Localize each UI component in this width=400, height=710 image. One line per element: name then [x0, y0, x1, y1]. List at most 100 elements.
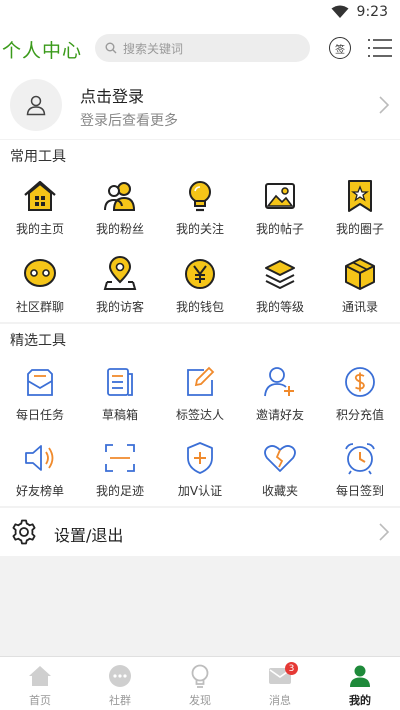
- alarm-icon: [345, 443, 375, 475]
- star-bookmark-icon: [348, 180, 372, 212]
- tool-my-following[interactable]: 我的关注: [160, 178, 240, 237]
- chevron-right-icon: [379, 96, 390, 114]
- status-bar: 9:23: [0, 0, 400, 24]
- tool-favorites[interactable]: 收藏夹: [240, 440, 320, 499]
- person-icon: [350, 665, 370, 687]
- common-tools-section: 常用工具 我的主页 我的粉丝 我的关注 我的帖子 我的圈子 社区群聊 我的访客 …: [0, 140, 400, 322]
- tool-label: 我的圈子: [335, 222, 384, 236]
- tool-label: 收藏夹: [261, 484, 298, 498]
- tool-label: 我的足迹: [95, 484, 144, 498]
- fans-icon: [104, 182, 136, 211]
- cube-icon: [345, 258, 375, 290]
- gear-icon: [12, 519, 36, 545]
- tool-my-fans[interactable]: 我的粉丝: [80, 178, 160, 237]
- chevron-right-icon: [379, 523, 390, 541]
- tool-label: 标签达人: [175, 408, 224, 422]
- settings-logout-row[interactable]: 设置/退出: [0, 508, 400, 556]
- add-user-icon: [264, 367, 294, 397]
- tool-my-footprints[interactable]: 我的足迹: [80, 440, 160, 499]
- chat-bubble-icon: [109, 665, 131, 687]
- settings-label: 设置/退出: [54, 526, 124, 545]
- tool-my-visitors[interactable]: 我的访客: [80, 256, 160, 315]
- draft-icon: [107, 368, 133, 396]
- signin-icon[interactable]: 签: [329, 37, 351, 59]
- tool-label: 每日签到: [335, 484, 384, 498]
- heart-icon: [264, 445, 296, 472]
- section-title: 常用工具: [10, 149, 66, 165]
- tool-my-home[interactable]: 我的主页: [0, 178, 80, 237]
- tool-community-chat[interactable]: 社区群聊: [0, 256, 80, 315]
- bulb-icon: [191, 664, 209, 688]
- home-icon: [29, 666, 51, 686]
- section-title: 精选工具: [10, 333, 66, 349]
- search-input[interactable]: 搜索关键词: [95, 34, 310, 62]
- shield-plus-icon: [187, 442, 213, 474]
- tool-label: 我的帖子: [255, 222, 304, 236]
- tool-daily-tasks[interactable]: 每日任务: [0, 364, 80, 423]
- avatar: [10, 79, 62, 131]
- task-icon: [27, 369, 53, 396]
- app-bar: 个人中心 搜索关键词 签: [0, 24, 400, 72]
- location-icon: [103, 256, 137, 290]
- search-icon: [105, 42, 117, 54]
- page-title: 个人中心: [2, 40, 83, 62]
- tool-drafts[interactable]: 草稿箱: [80, 364, 160, 423]
- tool-label: 社区群聊: [15, 300, 64, 314]
- nav-community[interactable]: 社群: [80, 657, 160, 710]
- tool-daily-checkin[interactable]: 每日签到: [320, 440, 400, 499]
- tool-friend-ranking[interactable]: 好友榜单: [0, 440, 80, 499]
- speaker-icon: [25, 445, 54, 471]
- tool-my-wallet[interactable]: 我的钱包: [160, 256, 240, 315]
- home-icon: [24, 180, 56, 211]
- nav-label: 社群: [109, 694, 131, 707]
- tool-label: 草稿箱: [101, 408, 138, 422]
- tool-label: 我的访客: [95, 300, 144, 314]
- tool-label: 邀请好友: [255, 408, 304, 422]
- tool-label: 积分充值: [335, 408, 384, 422]
- tool-contacts[interactable]: 通讯录: [320, 256, 400, 315]
- tool-tag-expert[interactable]: 标签达人: [160, 364, 240, 423]
- wifi-icon: [331, 5, 349, 18]
- dollar-icon: [345, 367, 375, 397]
- tool-label: 我的主页: [15, 222, 64, 236]
- nav-messages[interactable]: 3 消息: [240, 657, 320, 710]
- edit-icon: [187, 366, 215, 396]
- yen-coin-icon: [185, 259, 215, 289]
- bottom-nav: 首页 社群 发现 3 消息 我的: [0, 656, 400, 710]
- nav-home[interactable]: 首页: [0, 657, 80, 710]
- nav-label: 消息: [269, 694, 291, 707]
- nav-discover[interactable]: 发现: [160, 657, 240, 710]
- tool-label: 我的粉丝: [95, 222, 144, 236]
- tool-points-recharge[interactable]: 积分充值: [320, 364, 400, 423]
- login-title: 点击登录: [80, 87, 145, 106]
- tool-label: 通讯录: [341, 300, 378, 314]
- tool-v-verification[interactable]: 加V认证: [160, 440, 240, 499]
- layers-icon: [265, 260, 295, 289]
- bulb-icon: [189, 181, 211, 212]
- chat-icon: [24, 259, 56, 287]
- tool-label: 我的等级: [255, 300, 304, 314]
- tool-my-level[interactable]: 我的等级: [240, 256, 320, 315]
- nav-label: 发现: [189, 694, 211, 707]
- nav-label: 首页: [29, 694, 51, 707]
- featured-tools-section: 精选工具 每日任务 草稿箱 标签达人 邀请好友 积分充值 好友榜单 我的足迹 加…: [0, 324, 400, 506]
- tool-my-posts[interactable]: 我的帖子: [240, 178, 320, 237]
- tool-label: 每日任务: [15, 408, 64, 422]
- nav-label: 我的: [349, 694, 371, 707]
- tool-label: 我的钱包: [175, 300, 224, 314]
- status-time: 9:23: [356, 4, 388, 20]
- login-card[interactable]: 点击登录 登录后查看更多: [0, 72, 400, 139]
- image-icon: [265, 183, 295, 209]
- unread-badge: 3: [285, 662, 298, 675]
- tool-my-circles[interactable]: 我的圈子: [320, 178, 400, 237]
- menu-icon[interactable]: [368, 38, 392, 58]
- search-placeholder: 搜索关键词: [123, 41, 184, 56]
- tool-label: 加V认证: [177, 484, 223, 498]
- user-icon: [26, 95, 46, 116]
- scan-icon: [105, 444, 135, 472]
- tool-label: 好友榜单: [15, 484, 64, 498]
- tool-label: 我的关注: [175, 222, 224, 236]
- tool-invite-friends[interactable]: 邀请好友: [240, 364, 320, 423]
- login-subtitle: 登录后查看更多: [80, 113, 178, 129]
- nav-mine[interactable]: 我的: [320, 657, 400, 710]
